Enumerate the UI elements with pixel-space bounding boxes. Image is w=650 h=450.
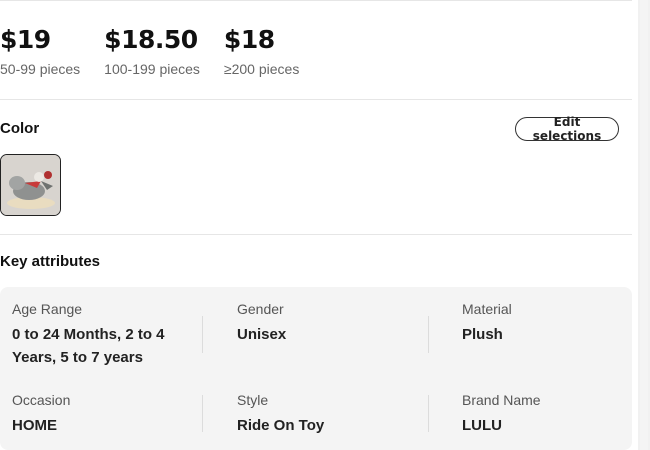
plush-toy-image [1,155,60,215]
attribute-age-range: Age Range 0 to 24 Months, 2 to 4 Years, … [12,301,192,369]
attribute-style: Style Ride On Toy [237,392,417,437]
attribute-label: Gender [237,301,284,317]
price-tier: $18 ≥200 pieces [224,22,299,77]
price-tier: $18.50 100-199 pieces [104,22,200,77]
column-divider [428,395,429,432]
attribute-label: Brand Name [462,392,541,408]
attribute-label: Material [462,301,512,317]
attribute-material: Material Plush [462,301,622,346]
column-divider [428,316,429,353]
tier-quantity-range: ≥200 pieces [223,61,300,77]
attribute-occasion: Occasion HOME [12,392,192,437]
attribute-value: Ride On Toy [237,417,325,434]
tier-price: $18 [223,25,275,54]
key-attributes-title: Key attributes [0,253,101,270]
color-option-thumbnail[interactable] [0,154,61,216]
attribute-label: Occasion [12,392,71,408]
section-divider [0,99,632,100]
attribute-value: Unisex [237,326,287,343]
attribute-value: HOME [12,417,57,434]
edit-selections-button[interactable]: Edit selections [515,115,619,143]
column-divider [202,395,203,432]
page-scrollbar[interactable] [638,0,650,450]
tier-price: $18.50 [104,25,198,54]
section-divider [0,234,632,235]
tier-quantity-range: 100-199 pieces [104,61,200,77]
top-divider [0,0,632,1]
attribute-gender: Gender Unisex [237,301,417,346]
attribute-label: Age Range [12,301,83,317]
attribute-value: LULU [462,417,502,434]
column-divider [202,316,203,353]
key-attributes-panel: Age Range 0 to 24 Months, 2 to 4 Years, … [0,287,632,450]
color-section-label: Color [0,120,40,137]
price-tier: $19 50-99 pieces [0,22,80,77]
attribute-brand-name: Brand Name LULU [462,392,622,437]
tier-quantity-range: 50-99 pieces [0,61,81,77]
scrollbar-thumb[interactable] [640,0,648,450]
attribute-value: 0 to 24 Months, 2 to 4 Years, 5 to 7 yea… [12,326,165,366]
price-tiers: $19 50-99 pieces $18.50 100-199 pieces $… [0,22,323,77]
attribute-value: Plush [462,326,503,343]
tier-price: $19 [0,25,51,54]
attribute-label: Style [237,392,269,408]
